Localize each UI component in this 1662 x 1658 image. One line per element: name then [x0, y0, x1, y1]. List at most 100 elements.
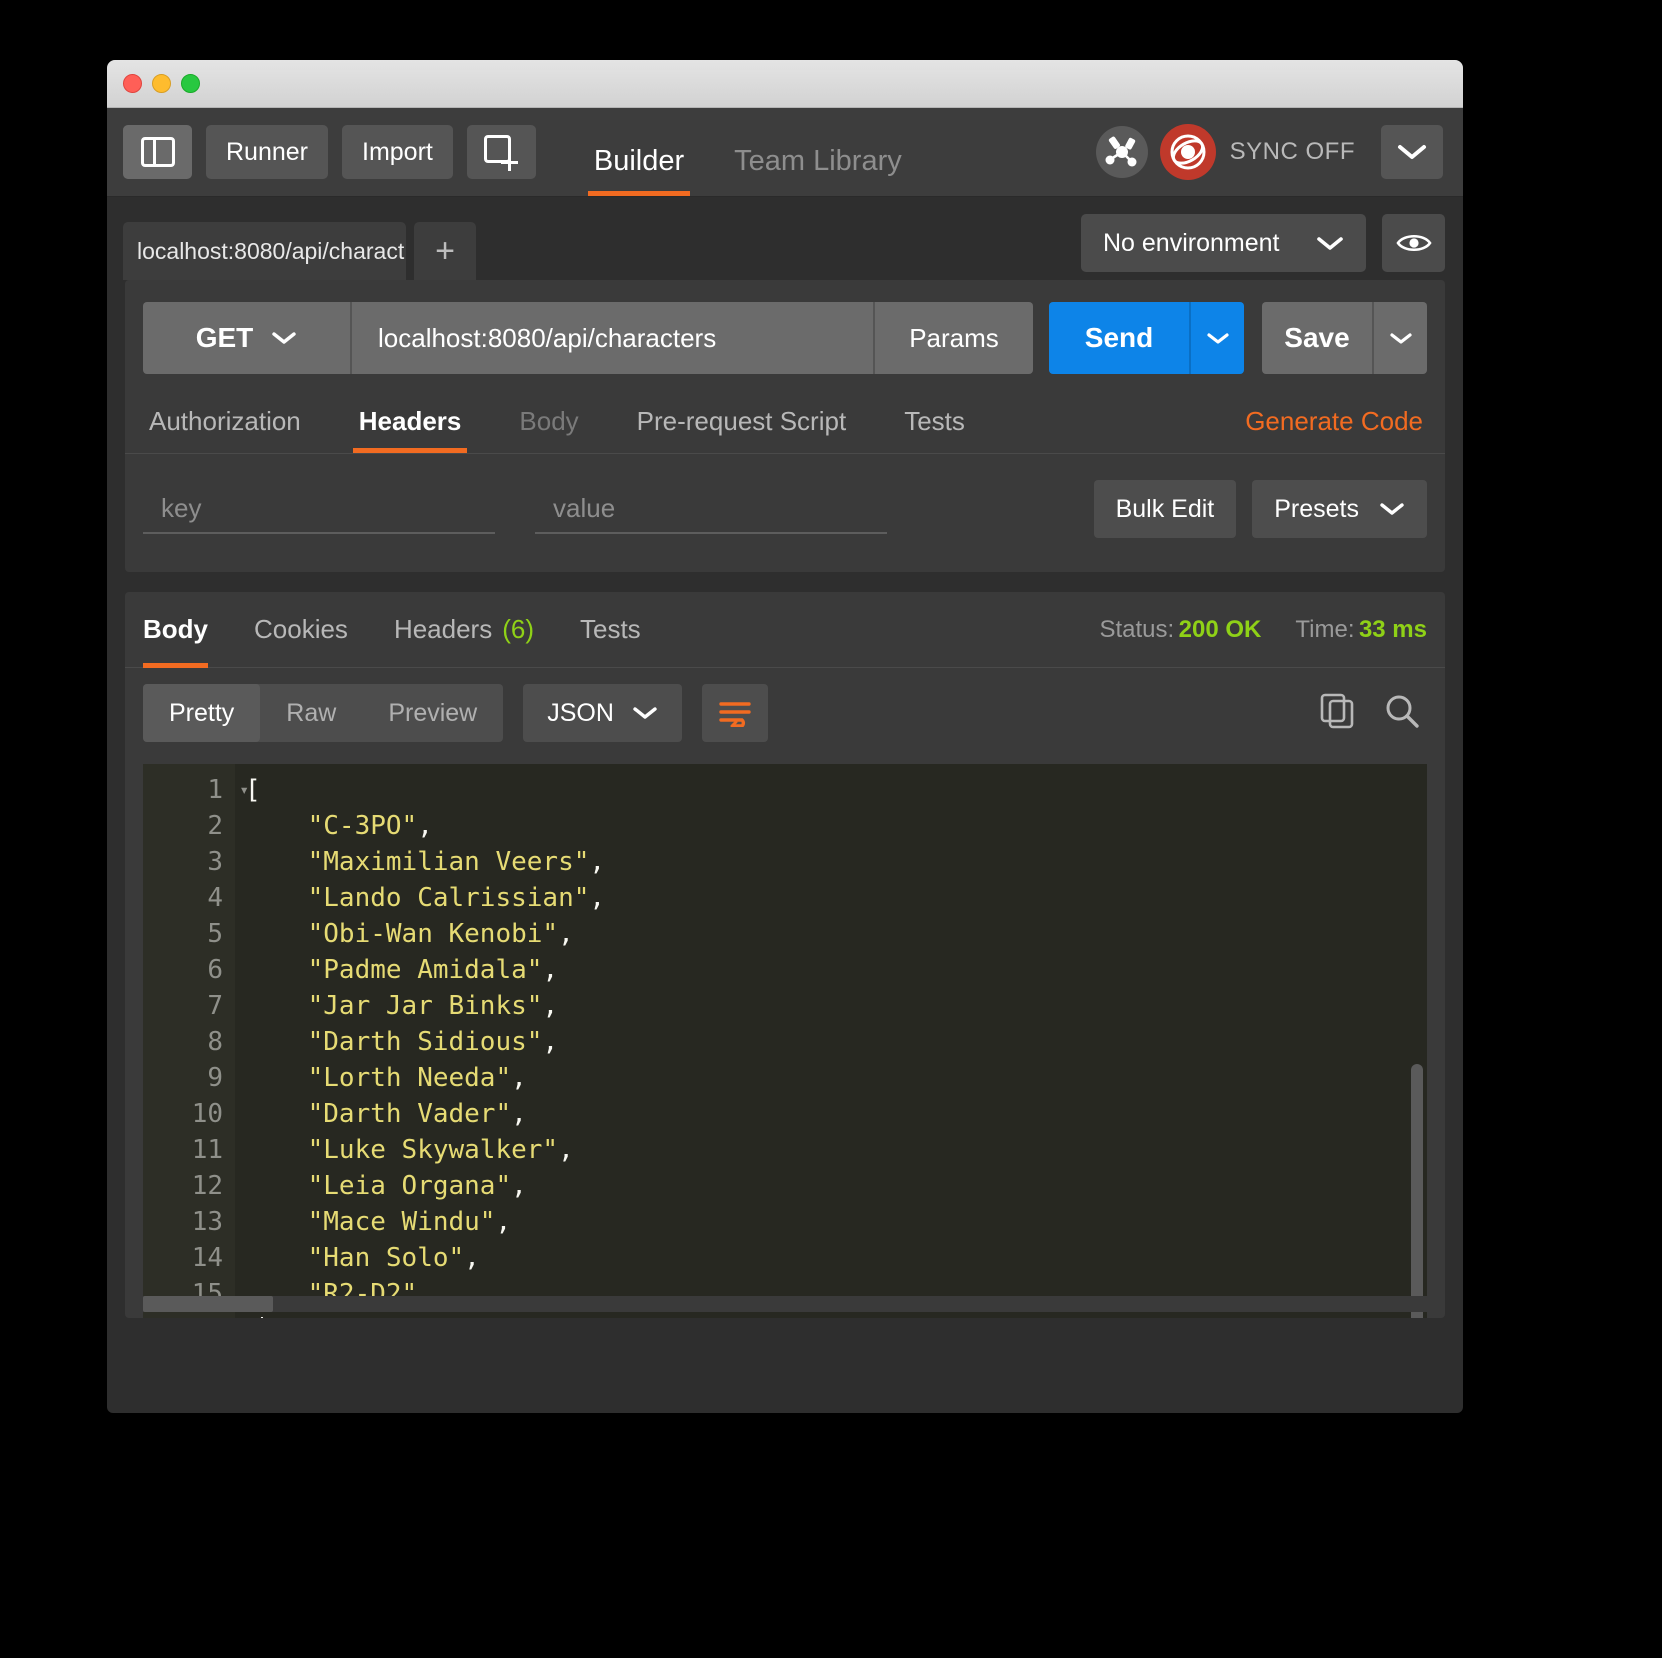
tab-body-label: Body: [519, 406, 579, 436]
response-format-selector[interactable]: JSON: [523, 684, 682, 742]
request-url-value: localhost:8080/api/characters: [378, 322, 717, 353]
editor-code-line: "Darth Sidious",: [307, 1027, 559, 1057]
response-tab-body-label: Body: [143, 614, 208, 644]
interceptor-button[interactable]: [1095, 126, 1148, 178]
nav-tab-builder[interactable]: Builder: [587, 145, 691, 196]
environment-quick-look-button[interactable]: [1382, 214, 1445, 272]
view-mode-preview-label: Preview: [388, 698, 478, 727]
request-section-tabs: Authorization Headers Body Pre-request S…: [125, 392, 1445, 454]
editor-code-lines: [ "C-3PO", "Maximilian Veers", "Lando Ca…: [235, 764, 1427, 1318]
response-tab-headers-label: Headers: [393, 614, 493, 644]
editor-line-number: 8: [207, 1027, 223, 1057]
editor-code-line: "Han Solo",: [307, 1243, 480, 1273]
view-mode-raw[interactable]: Raw: [260, 684, 362, 742]
tab-pre-request-script[interactable]: Pre-request Script: [631, 392, 853, 453]
sync-button[interactable]: [1159, 124, 1216, 180]
editor-code-line: "Maximilian Veers",: [307, 847, 606, 877]
response-tab-tests[interactable]: Tests: [580, 592, 641, 668]
word-wrap-button[interactable]: [701, 684, 768, 742]
code-fold-icon[interactable]: ▾: [239, 772, 249, 808]
app-toolbar: Runner Import Builder Team Library SYNC …: [107, 108, 1463, 197]
editor-line-number: 14: [191, 1243, 223, 1273]
editor-line-number: 12: [191, 1171, 223, 1201]
generate-code-link[interactable]: Generate Code: [1241, 392, 1427, 453]
editor-code-line: "Lorth Needa",: [307, 1063, 527, 1093]
nav-tab-team-library[interactable]: Team Library: [728, 145, 908, 196]
tab-authorization[interactable]: Authorization: [143, 392, 307, 453]
response-meta: Status: 200 OK Time: 33 ms: [1099, 616, 1427, 644]
chevron-down-icon: [1380, 503, 1404, 515]
presets-button[interactable]: Presets: [1252, 480, 1427, 538]
request-tabstrip: localhost:8080/api/charact + No environm…: [107, 197, 1463, 280]
response-body-editor[interactable]: 1▾2345678910111213141516 [ "C-3PO", "Max…: [143, 764, 1427, 1318]
presets-label: Presets: [1274, 494, 1359, 523]
generate-code-label: Generate Code: [1245, 406, 1423, 436]
save-options-button[interactable]: [1372, 302, 1427, 374]
editor-text-cursor: [260, 1317, 263, 1318]
zoom-window-button[interactable]: [181, 74, 200, 93]
bulk-edit-button[interactable]: Bulk Edit: [1093, 480, 1237, 538]
tab-headers-label: Headers: [358, 406, 462, 436]
header-value-input[interactable]: value: [535, 484, 887, 534]
editor-line-number: 5: [207, 919, 223, 949]
response-tab-body[interactable]: Body: [143, 592, 208, 668]
editor-code-line: [: [245, 775, 261, 805]
desktop-background: Runner Import Builder Team Library SYNC …: [0, 0, 1662, 1658]
tab-pre-request-script-label: Pre-request Script: [636, 406, 847, 436]
editor-vertical-scrollbar[interactable]: [1411, 1064, 1423, 1318]
editor-code-line: "Padme Amidala",: [307, 955, 559, 985]
search-button[interactable]: [1383, 692, 1421, 735]
toolbar-overflow-button[interactable]: [1381, 125, 1443, 179]
send-options-button[interactable]: [1189, 302, 1244, 374]
request-url-input[interactable]: localhost:8080/api/characters: [350, 302, 873, 374]
http-method-selector[interactable]: GET: [143, 302, 350, 374]
close-window-button[interactable]: [123, 74, 142, 93]
import-button[interactable]: Import: [342, 125, 453, 179]
tab-tests[interactable]: Tests: [898, 392, 971, 453]
panel-toggle-icon: [140, 137, 175, 167]
header-key-input[interactable]: key: [143, 484, 495, 534]
chevron-down-icon: [272, 332, 296, 344]
editor-line-numbers: 1▾2345678910111213141516: [143, 764, 249, 1318]
editor-line-number: 10: [191, 1099, 223, 1129]
http-method-label: GET: [195, 322, 254, 353]
environment-value: No environment: [1103, 228, 1280, 257]
toolbar-right-group: SYNC OFF: [1095, 124, 1443, 180]
app-window: Runner Import Builder Team Library SYNC …: [107, 60, 1463, 1413]
interceptor-icon: [1105, 136, 1137, 167]
copy-button[interactable]: [1319, 692, 1355, 735]
minimize-window-button[interactable]: [152, 74, 171, 93]
header-key-placeholder: key: [161, 492, 202, 523]
nav-tab-builder-label: Builder: [593, 145, 685, 177]
runner-button[interactable]: Runner: [206, 125, 328, 179]
chevron-down-icon: [1398, 145, 1426, 159]
editor-code-line: "Obi-Wan Kenobi",: [307, 919, 574, 949]
response-card: Body Cookies Headers (6) Tests Status: 2…: [125, 592, 1445, 1318]
sidebar-toggle-button[interactable]: [123, 125, 192, 179]
import-label: Import: [362, 137, 433, 166]
response-tab-headers[interactable]: Headers (6): [394, 592, 534, 668]
response-tab-cookies[interactable]: Cookies: [254, 592, 348, 668]
new-window-button[interactable]: [466, 125, 536, 179]
tab-body[interactable]: Body: [513, 392, 584, 453]
tab-authorization-label: Authorization: [149, 406, 301, 436]
add-request-tab-button[interactable]: +: [414, 222, 476, 280]
editor-code-line: "Luke Skywalker",: [307, 1135, 574, 1165]
tab-tests-label: Tests: [904, 406, 965, 436]
chevron-down-icon: [633, 707, 657, 719]
environment-selector[interactable]: No environment: [1081, 214, 1366, 272]
editor-horizontal-scrollbar[interactable]: [143, 1296, 1427, 1312]
view-mode-preview[interactable]: Preview: [362, 684, 503, 742]
chevron-down-icon: [1389, 332, 1412, 344]
save-button[interactable]: Save: [1262, 302, 1372, 374]
add-request-tab-label: +: [435, 231, 455, 270]
params-button[interactable]: Params: [873, 302, 1033, 374]
tab-headers[interactable]: Headers: [352, 392, 468, 453]
bulk-edit-label: Bulk Edit: [1115, 494, 1215, 523]
request-tab[interactable]: localhost:8080/api/charact: [123, 222, 406, 280]
status-label: Status:: [1099, 615, 1175, 643]
view-mode-pretty[interactable]: Pretty: [143, 684, 261, 742]
editor-horizontal-scrollbar-thumb[interactable]: [143, 1296, 273, 1312]
status-group: Status: 200 OK: [1099, 616, 1261, 644]
send-button[interactable]: Send: [1049, 302, 1189, 374]
